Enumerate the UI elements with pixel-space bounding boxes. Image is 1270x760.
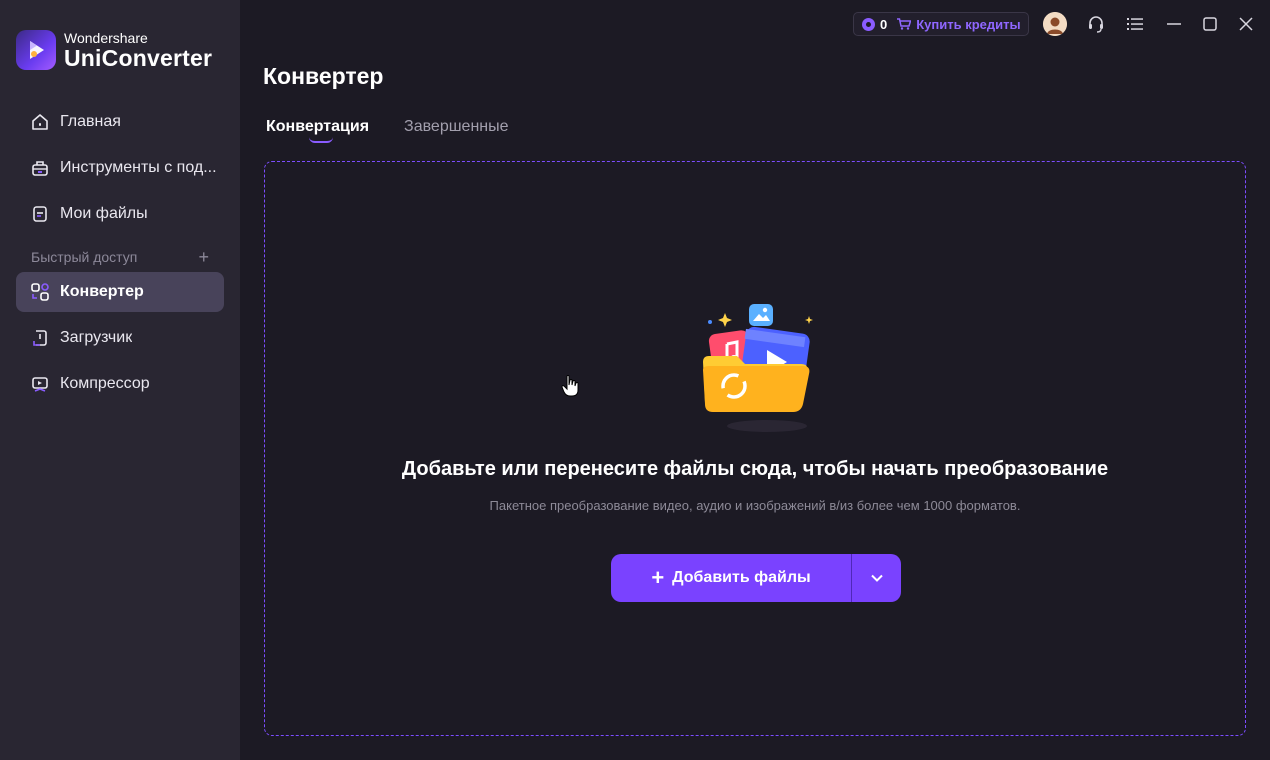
sidebar-item-label: Компрессор xyxy=(60,375,150,392)
cart-icon xyxy=(897,18,912,30)
sidebar-item-label: Мои файлы xyxy=(60,205,148,222)
sidebar-item-converter[interactable]: Конвертер xyxy=(16,272,224,312)
sidebar: Wondershare UniConverter Главная Инструм… xyxy=(0,0,240,760)
tab-active-indicator xyxy=(309,137,333,143)
credits-count: 0 xyxy=(880,16,888,32)
uniconverter-logo-icon xyxy=(16,30,56,70)
hand-cursor-icon xyxy=(561,375,579,397)
buy-credits-link[interactable]: Купить кредиты xyxy=(916,17,1020,32)
close-icon[interactable] xyxy=(1235,13,1257,35)
plus-icon: + xyxy=(651,565,665,590)
sidebar-item-label: Главная xyxy=(60,113,121,130)
compressor-icon xyxy=(30,374,50,394)
main-panel: 0 Купить кредиты Конвертер Конвертация З… xyxy=(240,0,1270,760)
add-files-dropdown-button[interactable] xyxy=(852,554,901,602)
avatar[interactable] xyxy=(1043,12,1067,36)
add-files-button[interactable]: + Добавить файлы xyxy=(611,554,851,602)
downloader-icon xyxy=(30,328,50,348)
logo-brand: Wondershare xyxy=(64,29,148,46)
drop-zone-subtitle: Пакетное преобразование видео, аудио и и… xyxy=(489,498,1021,513)
sidebar-item-label: Конвертер xyxy=(60,283,144,300)
add-files-label: Добавить файлы xyxy=(672,569,811,586)
sidebar-item-compressor[interactable]: Компрессор xyxy=(16,364,224,404)
app-logo: Wondershare UniConverter xyxy=(16,30,212,70)
converter-icon xyxy=(30,282,50,302)
tab-completed[interactable]: Завершенные xyxy=(404,118,508,136)
chevron-down-icon xyxy=(870,574,883,582)
menu-icon[interactable] xyxy=(1124,13,1146,35)
logo-product: UniConverter xyxy=(64,44,213,71)
quick-access-header: Быстрый доступ + xyxy=(31,248,209,266)
home-icon xyxy=(30,112,50,132)
toolbox-icon xyxy=(30,158,50,178)
support-icon[interactable] xyxy=(1085,13,1107,35)
sidebar-item-my-files[interactable]: Мои файлы xyxy=(16,194,224,234)
maximize-icon[interactable] xyxy=(1199,13,1221,35)
sidebar-quick-nav: Конвертер Загрузчик Компрессор xyxy=(16,272,224,410)
sidebar-item-home[interactable]: Главная xyxy=(16,102,224,142)
quick-access-label: Быстрый доступ xyxy=(31,249,138,265)
page-title: Конвертер xyxy=(263,63,384,89)
sidebar-item-downloader[interactable]: Загрузчик xyxy=(16,318,224,358)
tab-label: Завершенные xyxy=(404,118,509,135)
sidebar-item-label: Загрузчик xyxy=(60,329,133,346)
tab-label: Конвертация xyxy=(266,118,370,135)
tab-bar: Конвертация Завершенные xyxy=(266,118,544,143)
my-files-icon xyxy=(30,204,50,224)
coin-icon xyxy=(862,17,875,31)
sidebar-item-tools[interactable]: Инструменты с под... xyxy=(16,148,224,188)
minimize-icon[interactable] xyxy=(1163,13,1185,35)
file-drop-zone[interactable]: Добавьте или перенесите файлы сюда, чтоб… xyxy=(264,161,1246,736)
credits-bar[interactable]: 0 Купить кредиты xyxy=(853,12,1029,36)
quick-access-add-button[interactable]: + xyxy=(198,248,209,266)
tab-converting[interactable]: Конвертация xyxy=(266,118,370,143)
drop-zone-title: Добавьте или перенесите файлы сюда, чтоб… xyxy=(401,458,1109,480)
add-files-split-button: + Добавить файлы xyxy=(611,554,901,602)
media-folder-illustration xyxy=(697,300,827,440)
sidebar-item-label: Инструменты с под... xyxy=(60,159,217,176)
app-window: Wondershare UniConverter Главная Инструм… xyxy=(0,0,1270,760)
sidebar-main-nav: Главная Инструменты с под... Мои файлы xyxy=(16,102,224,240)
